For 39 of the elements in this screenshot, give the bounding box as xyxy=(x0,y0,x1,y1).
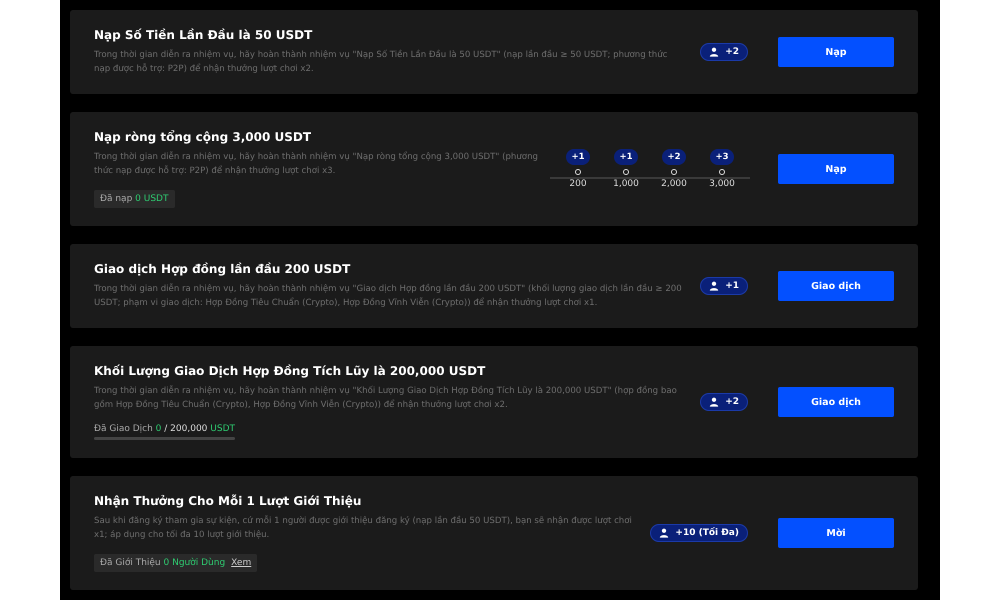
progress-text: Đã Giao Dịch 0 / 200,000 USDT xyxy=(94,424,236,434)
action-button[interactable]: Nạp xyxy=(778,154,894,184)
task-description: Trong thời gian diễn ra nhiệm vụ, hãy hoàn thành nhiệm vụ "Giao dịch Hợp đồng lần đầu 200 USDT" (khối lượng giao dịch lần đầu ≥ 200 USDT; phạm vi giao dịch: Hợp Đồng Tiêu Chuẩn (Crypto), Hợp Đồng Vĩnh Viễn (Crypto)) để nhận thưởng lượt chơi x1. xyxy=(94,282,683,310)
milestone-dot xyxy=(671,169,677,175)
task-title: Nạp ròng tổng cộng 3,000 USDT xyxy=(94,130,312,144)
milestone-amount: 2,000 xyxy=(661,179,687,189)
task-description: Sau khi đăng ký tham gia sự kiện, cứ mỗi 1 người được giới thiệu đăng ký (nạp lần đầu 50 USDT), bạn sẽ nhận được lượt chơi x1; áp dụng cho tối đa 10 lượt giới thiệu. xyxy=(94,514,633,542)
view-link[interactable]: Xem xyxy=(231,558,252,568)
task-description: Trong thời gian diễn ra nhiệm vụ, hãy hoàn thành nhiệm vụ "Khối Lượng Giao Dịch Hợp Đồng Tích Lũy là 200,000 USDT" (hợp đồng bao gồm Hợp Đồng Tiêu Chuẩn (Crypto), Hợp Đồng Vĩnh Viễn (Crypto)) để nhận thưởng lượt chơi x2. xyxy=(94,384,678,412)
user-icon xyxy=(709,47,720,57)
reward-chip: +2 xyxy=(662,149,686,165)
progress-text: Đã nạp 0 USDT xyxy=(100,194,168,204)
action-button[interactable]: Mời xyxy=(778,518,894,548)
milestone-amount: 1,000 xyxy=(613,179,639,189)
milestone-dot xyxy=(575,169,581,175)
task-description: Trong thời gian diễn ra nhiệm vụ, hãy hoàn thành nhiệm vụ "Nạp ròng tổng cộng 3,000 USDT" (phương thức nạp được hỗ trợ: P2P) để nhận thưởng lượt chơi x3. xyxy=(94,150,538,178)
user-icon xyxy=(709,281,720,291)
reward-chip: +2 xyxy=(700,393,748,411)
task-title: Nhận Thưởng Cho Mỗi 1 Lượt Giới Thiệu xyxy=(94,494,362,508)
milestone-dot xyxy=(623,169,629,175)
action-button[interactable]: Giao dịch xyxy=(778,271,894,301)
reward-chip: +1 xyxy=(700,277,748,295)
task-title: Khối Lượng Giao Dịch Hợp Đồng Tích Lũy là 200,000 USDT xyxy=(94,364,486,378)
reward-chip: +3 xyxy=(710,149,734,165)
milestone-dot xyxy=(719,169,725,175)
progress-text: Đã Giới Thiệu 0 Người Dùng xyxy=(100,558,226,568)
reward-chip: +1 xyxy=(614,149,638,165)
reward-chip: +10 (Tối Đa) xyxy=(650,524,748,542)
reward-chip: +2 xyxy=(700,43,748,61)
milestone-amount: 3,000 xyxy=(709,179,735,189)
task-title: Giao dịch Hợp đồng lần đầu 200 USDT xyxy=(94,262,352,276)
action-button[interactable]: Nạp xyxy=(778,37,894,67)
reward-chip: +1 xyxy=(566,149,590,165)
action-button[interactable]: Giao dịch xyxy=(778,387,894,417)
task-description: Trong thời gian diễn ra nhiệm vụ, hãy hoàn thành nhiệm vụ "Nạp Số Tiền Lần Đầu là 50 USDT" (nạp lần đầu ≥ 50 USDT; phương thức nạp được hỗ trợ: P2P) để nhận thưởng lượt chơi x2. xyxy=(94,48,668,76)
user-icon xyxy=(709,397,720,407)
milestone-amount: 200 xyxy=(569,179,587,189)
task-title: Nạp Số Tiền Lần Đầu là 50 USDT xyxy=(94,28,314,42)
user-icon xyxy=(659,528,670,538)
